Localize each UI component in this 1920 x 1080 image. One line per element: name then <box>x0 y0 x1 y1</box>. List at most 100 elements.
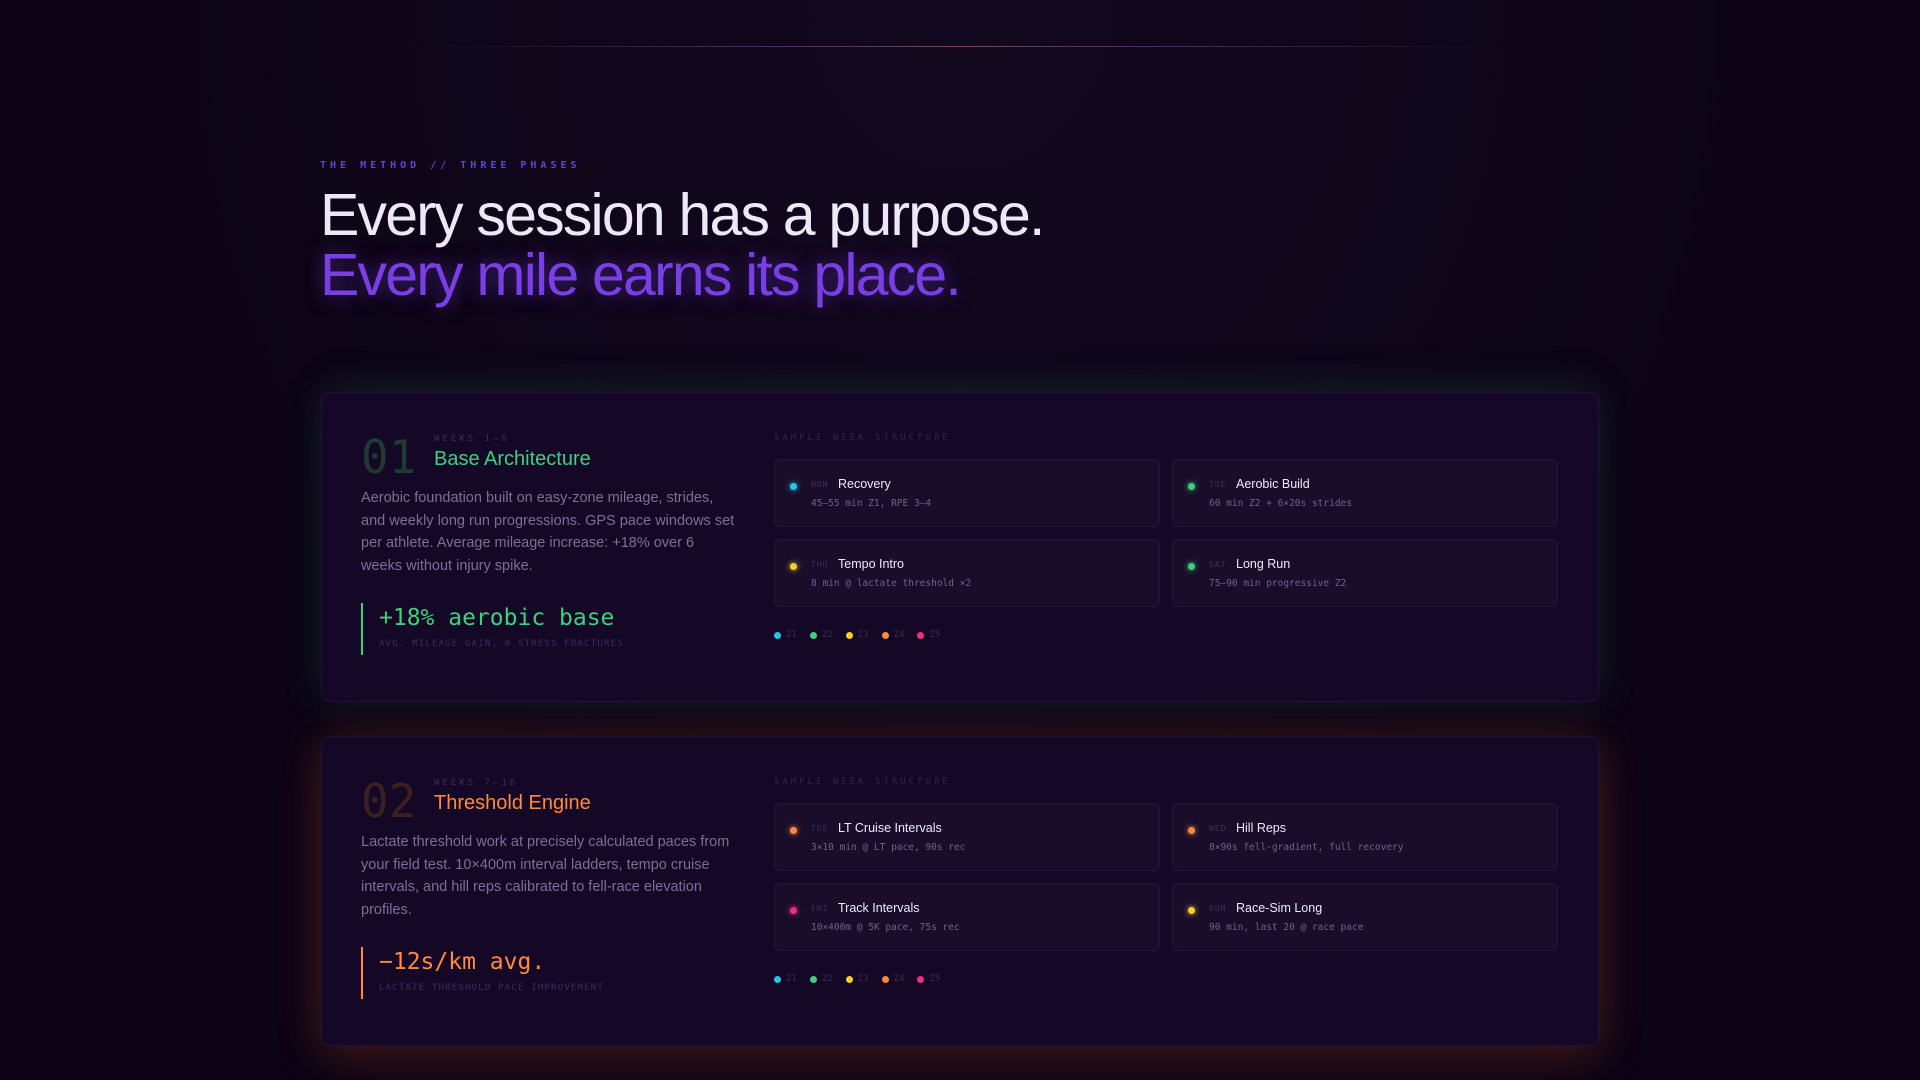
session-detail: 90 min, last 20 @ race pace <box>1209 922 1364 933</box>
phase-card-threshold: 02 WEEKS 7–16 Threshold Engine Lactate t… <box>321 736 1599 1046</box>
zone-dot-icon <box>1188 827 1195 834</box>
session-card: MON Recovery 45–55 min Z1, RPE 3–4 <box>774 459 1160 527</box>
zone-dot-icon <box>917 975 925 983</box>
phase-title: Base Architecture <box>434 448 591 470</box>
zone-dot-icon <box>1188 563 1195 570</box>
headline-line-1: Every session has a purpose. <box>320 182 1045 248</box>
phase-weeks: WEEKS 7–16 <box>434 778 519 788</box>
legend-item-z2: Z2 <box>809 974 833 984</box>
session-day: MON <box>811 480 829 489</box>
legend-item-z3: Z3 <box>845 974 869 984</box>
session-detail: 75–90 min progressive Z2 <box>1209 578 1347 589</box>
headline-line-2: Every mile earns its place. <box>320 242 962 308</box>
phase-description: Lactate threshold work at precisely calc… <box>361 834 730 918</box>
session-day: TUE <box>1209 480 1227 489</box>
zone-dot-icon <box>809 975 817 983</box>
zone-dot-icon <box>845 975 853 983</box>
legend-item-z4: Z4 <box>881 630 905 640</box>
legend-item-z5: Z5 <box>917 974 940 984</box>
session-detail: 8 min @ lactate threshold ×2 <box>811 578 972 589</box>
session-day: SUN <box>1209 904 1227 913</box>
sample-week: SAMPLE WEEK STRUCTURE TUE LT Cruise Inte… <box>774 777 1561 984</box>
zone-dot-icon <box>917 631 925 639</box>
legend-label: Z4 <box>893 974 905 984</box>
session-day: TUE <box>811 824 829 833</box>
legend-item-z2: Z2 <box>809 630 833 640</box>
session-day: THU <box>811 560 829 569</box>
session-card: SAT Long Run 75–90 min progressive Z2 <box>1172 539 1558 607</box>
session-name: Hill Reps <box>1236 821 1287 835</box>
phase-title: Threshold Engine <box>434 792 591 814</box>
phase-stat: −12s/km avg. LACTATE THRESHOLD PACE IMPR… <box>361 947 604 999</box>
legend-item-z1: Z1 <box>774 630 797 640</box>
session-detail: 3×10 min @ LT pace, 90s rec <box>811 842 966 853</box>
session-grid: TUE LT Cruise Intervals 3×10 min @ LT pa… <box>774 803 1561 951</box>
session-name: Track Intervals <box>838 901 920 915</box>
legend-item-z4: Z4 <box>881 974 905 984</box>
zone-dot-icon <box>1188 907 1195 914</box>
phase-number: 01 <box>361 430 417 484</box>
session-card: SUN Race-Sim Long 90 min, last 20 @ race… <box>1172 883 1558 951</box>
session-card: FRI Track Intervals 10×400m @ 5K pace, 7… <box>774 883 1160 951</box>
legend-label: Z2 <box>821 974 833 984</box>
legend-item-z1: Z1 <box>774 974 797 984</box>
phase-description: Aerobic foundation built on easy-zone mi… <box>361 490 735 574</box>
session-name: LT Cruise Intervals <box>838 821 942 835</box>
zone-legend: Z1 Z2 Z3 Z4 Z5 <box>774 974 1561 984</box>
zone-dot-icon <box>881 631 889 639</box>
zone-dot-icon <box>790 827 797 834</box>
sample-week-label: SAMPLE WEEK STRUCTURE <box>774 433 951 443</box>
phase-stat: +18% aerobic base AVG. MILEAGE GAIN, 0 S… <box>361 603 624 655</box>
stat-value: −12s/km avg. <box>379 949 546 975</box>
stat-label: AVG. MILEAGE GAIN, 0 STRESS FRACTURES <box>379 639 624 649</box>
zone-legend: Z1 Z2 Z3 Z4 Z5 <box>774 630 1561 640</box>
session-name: Aerobic Build <box>1236 477 1310 491</box>
session-card: THU Tempo Intro 8 min @ lactate threshol… <box>774 539 1160 607</box>
legend-label: Z5 <box>929 974 941 984</box>
session-name: Recovery <box>838 477 891 491</box>
zone-dot-icon <box>790 483 797 490</box>
zone-dot-icon <box>809 631 817 639</box>
zone-dot-icon <box>774 975 781 983</box>
phase-card-base: 01 WEEKS 1–6 Base Architecture Aerobic f… <box>321 392 1599 702</box>
sample-week: SAMPLE WEEK STRUCTURE MON Recovery 45–55… <box>774 433 1561 640</box>
session-name: Race-Sim Long <box>1236 901 1323 915</box>
page: THE METHOD // THREE PHASES Every session… <box>0 0 1920 1080</box>
session-detail: 45–55 min Z1, RPE 3–4 <box>811 498 932 509</box>
session-detail: 10×400m @ 5K pace, 75s rec <box>811 922 960 933</box>
legend-item-z3: Z3 <box>845 630 869 640</box>
zone-dot-icon <box>774 631 781 639</box>
zone-dot-icon <box>845 631 853 639</box>
hero-section: THE METHOD // THREE PHASES Every session… <box>320 160 1045 308</box>
phase-weeks: WEEKS 1–6 <box>434 434 510 444</box>
legend-label: Z1 <box>786 630 797 640</box>
stat-label: LACTATE THRESHOLD PACE IMPROVEMENT <box>379 983 605 993</box>
zone-dot-icon <box>790 907 797 914</box>
session-card: WED Hill Reps 8×90s fell-gradient, full … <box>1172 803 1558 871</box>
session-grid: MON Recovery 45–55 min Z1, RPE 3–4 TUE A… <box>774 459 1561 607</box>
legend-label: Z2 <box>821 630 833 640</box>
session-detail: 8×90s fell-gradient, full recovery <box>1209 842 1404 853</box>
section-eyebrow: THE METHOD // THREE PHASES <box>320 160 581 171</box>
legend-label: Z5 <box>929 630 941 640</box>
legend-label: Z1 <box>786 974 797 984</box>
legend-label: Z3 <box>857 630 869 640</box>
session-name: Long Run <box>1236 557 1291 571</box>
zone-dot-icon <box>881 975 889 983</box>
session-card: TUE Aerobic Build 60 min Z2 + 6×20s stri… <box>1172 459 1558 527</box>
session-day: WED <box>1209 824 1227 833</box>
session-name: Tempo Intro <box>838 557 905 571</box>
stat-value: +18% aerobic base <box>379 605 615 631</box>
page-headline: Every session has a purpose. Every mile … <box>320 182 1045 308</box>
top-divider <box>400 46 1520 47</box>
session-detail: 60 min Z2 + 6×20s strides <box>1209 498 1352 509</box>
phase-number: 02 <box>361 774 417 828</box>
legend-item-z5: Z5 <box>917 630 940 640</box>
sample-week-label: SAMPLE WEEK STRUCTURE <box>774 777 951 787</box>
zone-dot-icon <box>790 563 797 570</box>
session-day: SAT <box>1209 560 1227 569</box>
legend-label: Z3 <box>857 974 869 984</box>
session-card: TUE LT Cruise Intervals 3×10 min @ LT pa… <box>774 803 1160 871</box>
session-day: FRI <box>811 904 829 913</box>
legend-label: Z4 <box>893 630 905 640</box>
